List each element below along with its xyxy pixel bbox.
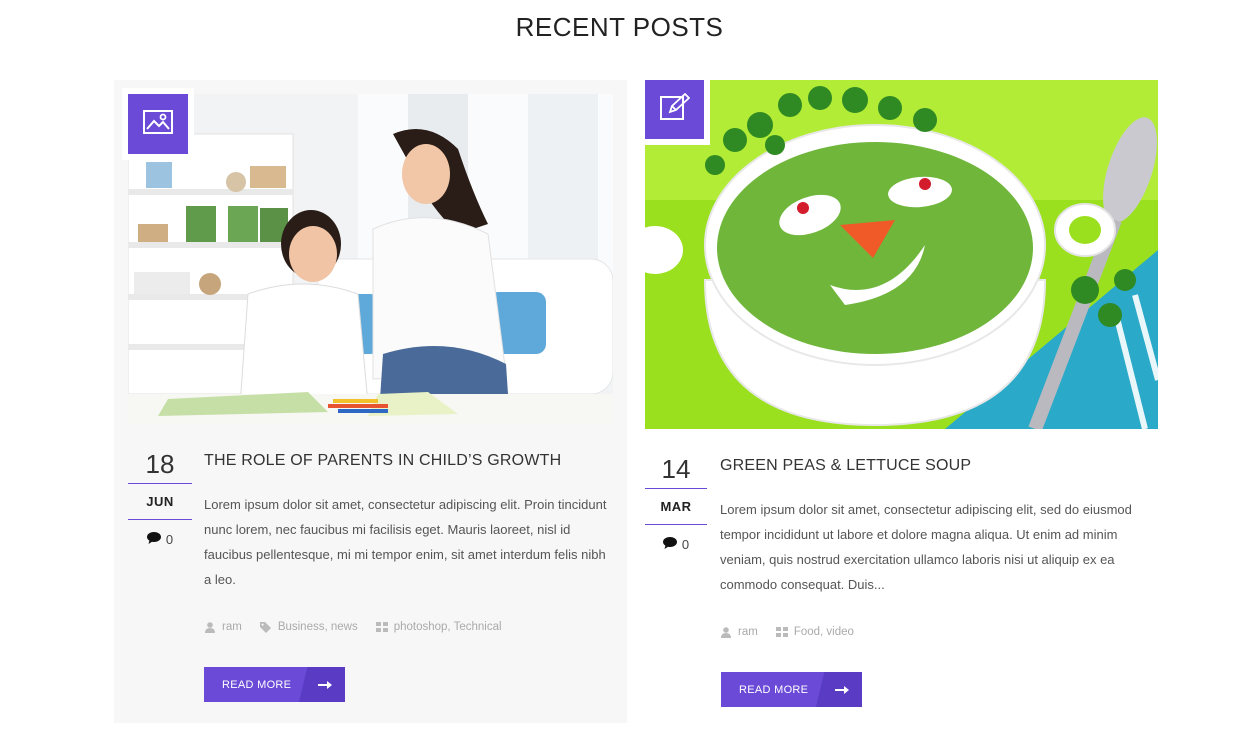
date-day: 14 xyxy=(645,451,707,489)
grid-icon xyxy=(375,621,388,633)
arrow-right-icon xyxy=(299,667,345,702)
read-more-button[interactable]: READ MORE xyxy=(721,672,862,707)
date-day: 18 xyxy=(128,446,192,484)
post-meta: ram Business, news photoshop, Technical xyxy=(204,621,512,633)
comment-count-value: 0 xyxy=(165,532,174,547)
image-format-badge[interactable] xyxy=(128,94,188,154)
read-more-button[interactable]: READ MORE xyxy=(204,667,345,702)
meta-categories: Food, video xyxy=(775,626,854,638)
edit-icon xyxy=(659,92,690,126)
user-icon xyxy=(204,621,216,633)
post-card: 18 JUN 0 THE ROLE OF PARENTS IN CHILD’S … xyxy=(114,80,627,723)
post-excerpt: Lorem ipsum dolor sit amet, consectetur … xyxy=(204,497,607,587)
meta-categories: photoshop, Technical xyxy=(375,621,502,633)
comment-count[interactable]: 0 xyxy=(128,532,192,547)
comment-icon xyxy=(662,537,677,552)
comment-count-value: 0 xyxy=(681,537,690,552)
post-image[interactable] xyxy=(645,80,1158,429)
post-date: 14 MAR 0 xyxy=(645,451,707,552)
image-icon xyxy=(143,109,173,139)
post-title[interactable]: THE ROLE OF PARENTS IN CHILD’S GROWTH xyxy=(204,452,561,470)
categories-links[interactable]: photoshop, Technical xyxy=(394,621,502,633)
section-title: RECENT POSTS xyxy=(515,12,724,42)
post-meta: ram Food, video xyxy=(720,626,864,638)
date-month: MAR xyxy=(645,489,707,525)
date-month: JUN xyxy=(128,484,192,520)
grid-icon xyxy=(775,626,788,638)
post-image[interactable] xyxy=(128,94,613,423)
meta-author: ram xyxy=(720,626,758,638)
arrow-right-icon xyxy=(816,672,862,707)
author-link[interactable]: ram xyxy=(222,621,242,633)
edit-format-badge[interactable] xyxy=(645,80,704,139)
read-more-label: READ MORE xyxy=(222,678,292,691)
post-title[interactable]: GREEN PEAS & LETTUCE SOUP xyxy=(720,457,971,475)
comment-count[interactable]: 0 xyxy=(645,537,707,552)
user-icon xyxy=(720,626,732,638)
categories-links[interactable]: Food, video xyxy=(794,626,854,638)
tag-icon xyxy=(260,621,272,633)
tags-links[interactable]: Business, news xyxy=(278,621,358,633)
read-more-label: READ MORE xyxy=(739,683,809,696)
meta-tags: Business, news xyxy=(260,621,358,633)
comment-icon xyxy=(146,532,161,547)
post-date: 18 JUN 0 xyxy=(128,446,192,547)
author-link[interactable]: ram xyxy=(738,626,758,638)
post-excerpt: Lorem ipsum dolor sit amet, consectetur … xyxy=(720,502,1132,592)
meta-author: ram xyxy=(204,621,242,633)
post-card: 14 MAR 0 GREEN PEAS & LETTUCE SOUP Lorem… xyxy=(645,80,1158,723)
